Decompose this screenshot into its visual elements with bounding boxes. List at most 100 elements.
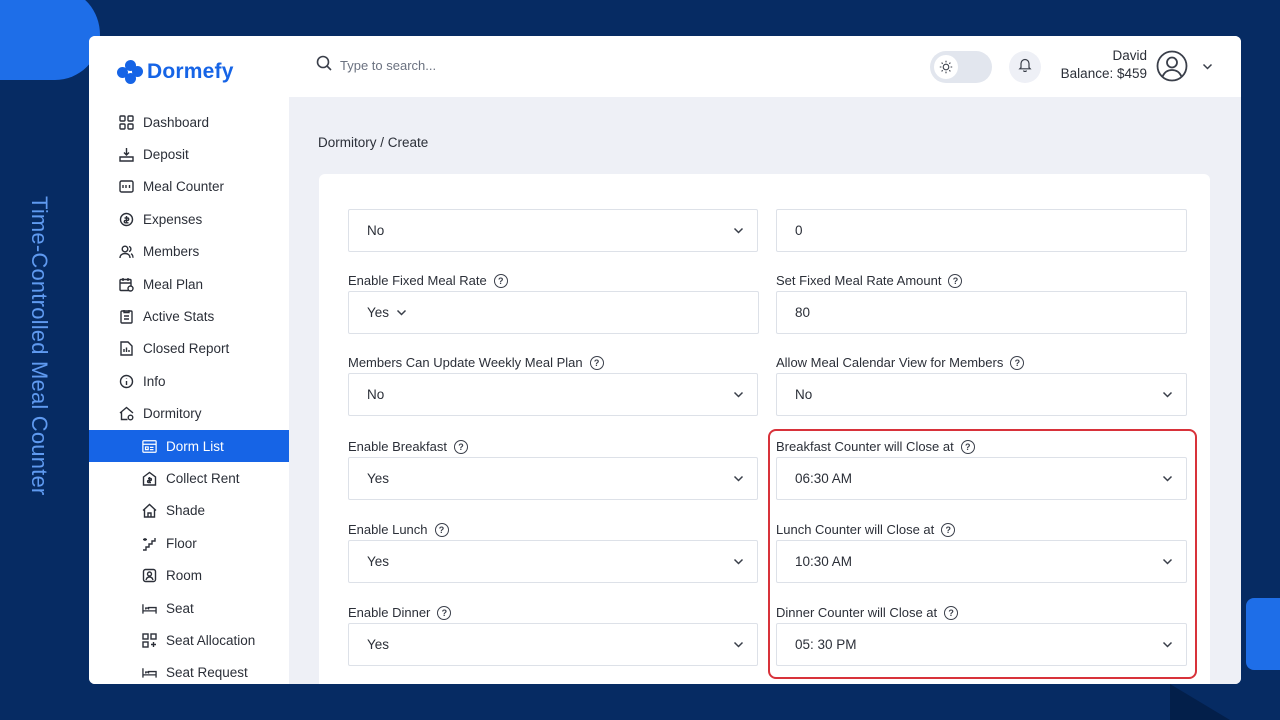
top-right-input[interactable]: 0: [776, 209, 1187, 252]
weekly-plan-select[interactable]: No: [348, 373, 758, 416]
dormitory-icon: [119, 406, 134, 421]
sidebar-item-label: Meal Plan: [143, 276, 204, 292]
sidebar-item-label: Dorm List: [166, 438, 224, 454]
fixed-meal-rate-select[interactable]: Yes: [348, 291, 759, 334]
sidebar-item-meal-plan[interactable]: Meal Plan: [89, 268, 289, 300]
sidebar-item-label: Expenses: [143, 211, 203, 227]
select-value: No: [367, 387, 385, 402]
help-icon[interactable]: ?: [434, 522, 449, 537]
theme-toggle[interactable]: [930, 51, 992, 83]
form-card: No 0 Enable Fixed Meal Rate ? Yes Set Fi…: [319, 174, 1210, 684]
select-value: 10:30 AM: [795, 554, 853, 569]
sidebar-item-closed-report[interactable]: Closed Report: [89, 333, 289, 365]
sidebar-item-shade[interactable]: Shade: [89, 495, 289, 527]
breakfast-close-select[interactable]: 06:30 AM: [776, 457, 1187, 500]
chevron-down-icon: [732, 472, 745, 485]
sidebar-item-meal-counter[interactable]: Meal Counter: [89, 171, 289, 203]
help-icon[interactable]: ?: [960, 439, 975, 454]
help-icon[interactable]: ?: [1010, 355, 1025, 370]
weekly-plan-label: Members Can Update Weekly Meal Plan ?: [348, 355, 604, 370]
help-icon[interactable]: ?: [437, 605, 452, 620]
sidebar-item-label: Seat Request: [166, 665, 248, 681]
dinner-select[interactable]: Yes: [348, 623, 758, 666]
lunch-label: Enable Lunch ?: [348, 522, 449, 537]
help-icon[interactable]: ?: [589, 355, 604, 370]
active-stats-icon: [119, 309, 134, 324]
help-icon[interactable]: ?: [944, 605, 959, 620]
label-text: Enable Breakfast: [348, 439, 448, 454]
avatar[interactable]: [1156, 50, 1188, 87]
help-icon[interactable]: ?: [493, 273, 508, 288]
logo-mark-icon: [117, 60, 143, 84]
sidebar-item-dashboard[interactable]: Dashboard: [89, 106, 289, 138]
sidebar-item-info[interactable]: Info: [89, 365, 289, 397]
search-bar: [316, 55, 540, 76]
select-value: No: [795, 387, 813, 402]
chevron-down-icon: [732, 555, 745, 568]
sidebar-item-label: Active Stats: [143, 309, 215, 325]
fixed-meal-rate-label: Enable Fixed Meal Rate ?: [348, 273, 508, 288]
user-info[interactable]: David Balance: $459: [1059, 48, 1147, 81]
room-icon: [142, 568, 157, 583]
help-icon[interactable]: ?: [454, 439, 469, 454]
fixed-meal-amount-label: Set Fixed Meal Rate Amount ?: [776, 273, 963, 288]
label-text: Breakfast Counter will Close at: [776, 439, 954, 454]
breakfast-select[interactable]: Yes: [348, 457, 758, 500]
main-content: Dormitory / Create No 0 Enable Fixed Mea…: [289, 97, 1241, 684]
sidebar-item-seat-allocation[interactable]: Seat Allocation: [89, 624, 289, 656]
sidebar-item-floor[interactable]: Floor: [89, 527, 289, 559]
sidebar-item-collect-rent[interactable]: Collect Rent: [89, 462, 289, 494]
label-text: Dinner Counter will Close at: [776, 605, 938, 620]
select-value: Yes: [367, 471, 390, 486]
search-input[interactable]: [340, 58, 540, 73]
chevron-down-icon: [1161, 555, 1174, 568]
dashboard-icon: [119, 114, 134, 130]
calendar-view-select[interactable]: No: [776, 373, 1187, 416]
sidebar-item-members[interactable]: Members: [89, 236, 289, 268]
search-icon: [316, 55, 332, 76]
label-text: Enable Dinner: [348, 605, 431, 620]
chevron-down-icon: [395, 306, 408, 319]
sidebar-nav: Dashboard Deposit Meal Counter Expenses …: [89, 106, 289, 684]
closed-report-icon: [119, 341, 134, 357]
sidebar-item-dorm-list[interactable]: Dorm List: [89, 429, 289, 463]
top-left-select[interactable]: No: [348, 209, 758, 252]
label-text: Enable Fixed Meal Rate: [348, 273, 487, 288]
sidebar-item-seat[interactable]: Seat: [89, 592, 289, 624]
label-text: Enable Lunch: [348, 522, 428, 537]
help-icon[interactable]: ?: [941, 522, 956, 537]
label-text: Allow Meal Calendar View for Members: [776, 355, 1004, 370]
meal-counter-icon: [119, 179, 134, 194]
sidebar-item-label: Shade: [166, 503, 206, 519]
select-value: 06:30 AM: [795, 471, 853, 486]
expenses-icon: [119, 212, 134, 227]
dinner-close-select[interactable]: 05: 30 PM: [776, 623, 1187, 666]
sidebar-item-dormitory[interactable]: Dormitory: [89, 398, 289, 430]
background-arc-decoration: [0, 0, 100, 80]
lunch-close-label: Lunch Counter will Close at ?: [776, 522, 956, 537]
sidebar-item-expenses[interactable]: Expenses: [89, 203, 289, 235]
sidebar-item-room[interactable]: Room: [89, 559, 289, 591]
sun-icon: [934, 55, 958, 79]
fixed-meal-amount-input[interactable]: 80: [776, 291, 1187, 334]
seat-request-icon: [142, 665, 157, 680]
lunch-select[interactable]: Yes: [348, 540, 758, 583]
help-icon[interactable]: ?: [948, 273, 963, 288]
background-block-decoration: [1246, 598, 1280, 670]
notification-button[interactable]: [1009, 51, 1041, 83]
chevron-down-icon[interactable]: [1201, 60, 1214, 78]
chevron-down-icon: [1161, 472, 1174, 485]
select-value: 05: 30 PM: [795, 637, 857, 652]
collect-rent-icon: [142, 471, 157, 486]
sidebar-item-label: Info: [143, 373, 166, 389]
sidebar-item-deposit[interactable]: Deposit: [89, 138, 289, 170]
breakfast-close-label: Breakfast Counter will Close at ?: [776, 439, 975, 454]
shade-icon: [142, 503, 157, 519]
sidebar-item-label: Meal Counter: [143, 179, 225, 195]
sidebar-item-active-stats[interactable]: Active Stats: [89, 300, 289, 332]
sidebar-item-label: Seat: [166, 600, 194, 616]
background-triangle-decoration: [1170, 684, 1230, 720]
sidebar-item-seat-request[interactable]: Seat Request: [89, 657, 289, 684]
logo[interactable]: Dormefy: [117, 60, 234, 84]
lunch-close-select[interactable]: 10:30 AM: [776, 540, 1187, 583]
